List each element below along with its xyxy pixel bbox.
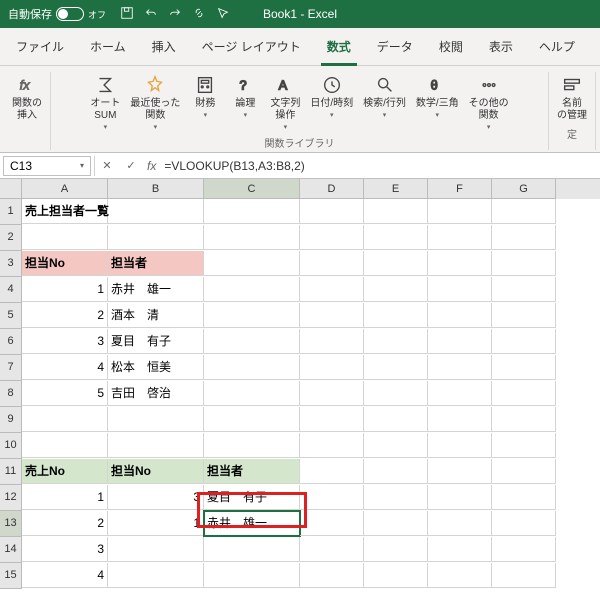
redo-icon[interactable] xyxy=(168,6,182,23)
quick-access xyxy=(120,6,230,23)
col-header[interactable]: A xyxy=(22,179,108,199)
cursor-icon[interactable] xyxy=(216,6,230,23)
group-label-library: 関数ライブラリ xyxy=(265,135,335,150)
tab-help[interactable]: ヘルプ xyxy=(533,32,581,65)
window-title: Book1 - Excel xyxy=(263,7,337,21)
logical-button[interactable]: ?論理▾ xyxy=(226,72,264,133)
cancel-icon[interactable]: ✕ xyxy=(95,159,119,172)
active-cell[interactable]: 赤井 雄一 xyxy=(204,511,300,536)
row-header[interactable]: 3 xyxy=(0,251,22,277)
text-button[interactable]: A文字列 操作▾ xyxy=(266,72,304,133)
autosave-state: オフ xyxy=(88,8,106,21)
spreadsheet-grid: A B C D E F G 1売上担当者一覧 2 3担当No担当者 41赤井 雄… xyxy=(0,179,600,589)
save-icon[interactable] xyxy=(120,6,134,23)
autosum-button[interactable]: オート SUM▾ xyxy=(86,72,124,133)
autosave-label: 自動保存 xyxy=(8,6,52,22)
row-header[interactable]: 11 xyxy=(0,459,22,485)
row-header[interactable]: 9 xyxy=(0,407,22,433)
svg-text:?: ? xyxy=(240,78,247,93)
date-button[interactable]: 日付/時刻▾ xyxy=(306,72,357,133)
name-manager-button[interactable]: 名前 の管理 xyxy=(553,72,591,124)
more-button[interactable]: その他の 関数▾ xyxy=(465,72,513,133)
tab-insert[interactable]: 挿入 xyxy=(146,32,182,65)
financial-button[interactable]: 財務▾ xyxy=(186,72,224,133)
cell[interactable]: 売上担当者一覧 xyxy=(22,199,108,224)
svg-text:θ: θ xyxy=(431,78,438,93)
col-header[interactable]: G xyxy=(492,179,556,199)
math-button[interactable]: θ数学/三角▾ xyxy=(412,72,463,133)
autosave-toggle[interactable]: 自動保存 オフ xyxy=(8,6,106,22)
row-header[interactable]: 5 xyxy=(0,303,22,329)
row-header[interactable]: 7 xyxy=(0,355,22,381)
row-header[interactable]: 1 xyxy=(0,199,22,225)
tab-home[interactable]: ホーム xyxy=(84,32,132,65)
formula-input[interactable]: =VLOOKUP(B13,A3:B8,2) xyxy=(160,157,600,175)
row-header[interactable]: 8 xyxy=(0,381,22,407)
col-header[interactable]: D xyxy=(300,179,364,199)
col-header[interactable]: B xyxy=(108,179,204,199)
select-all[interactable] xyxy=(0,179,22,199)
row-header[interactable]: 14 xyxy=(0,537,22,563)
svg-text:fx: fx xyxy=(20,78,31,93)
row-header[interactable]: 2 xyxy=(0,225,22,251)
col-header[interactable]: C xyxy=(204,179,300,199)
tab-file[interactable]: ファイル xyxy=(10,32,70,65)
tab-formulas[interactable]: 数式 xyxy=(321,32,357,66)
row-header[interactable]: 10 xyxy=(0,433,22,459)
insert-function-button[interactable]: fx関数の 挿入 xyxy=(8,72,46,124)
tab-layout[interactable]: ページ レイアウト xyxy=(196,32,307,65)
tab-data[interactable]: データ xyxy=(371,32,419,65)
group-label-names: 定 xyxy=(567,126,577,141)
fx-icon[interactable]: fx xyxy=(143,159,160,173)
formula-bar: C13 ✕ ✓ fx =VLOOKUP(B13,A3:B8,2) xyxy=(0,153,600,179)
col-header[interactable]: E xyxy=(364,179,428,199)
undo-icon[interactable] xyxy=(144,6,158,23)
lookup-button[interactable]: 検索/行列▾ xyxy=(359,72,410,133)
ribbon: fx関数の 挿入 オート SUM▾ 最近使った 関数▾ 財務▾ ?論理▾ A文字… xyxy=(0,66,600,153)
tab-view[interactable]: 表示 xyxy=(483,32,519,65)
toggle-icon xyxy=(56,7,84,21)
row-header[interactable]: 6 xyxy=(0,329,22,355)
name-box[interactable]: C13 xyxy=(3,156,91,176)
row-header[interactable]: 13 xyxy=(0,511,22,537)
title-bar: 自動保存 オフ Book1 - Excel xyxy=(0,0,600,28)
enter-icon[interactable]: ✓ xyxy=(119,159,143,172)
svg-text:A: A xyxy=(279,78,288,93)
row-header[interactable]: 12 xyxy=(0,485,22,511)
recent-button[interactable]: 最近使った 関数▾ xyxy=(126,72,184,133)
row-header[interactable]: 4 xyxy=(0,277,22,303)
col-header[interactable]: F xyxy=(428,179,492,199)
tab-review[interactable]: 校閲 xyxy=(433,32,469,65)
row-header[interactable]: 15 xyxy=(0,563,22,589)
ribbon-tabs: ファイル ホーム 挿入 ページ レイアウト 数式 データ 校閲 表示 ヘルプ xyxy=(0,28,600,66)
link-icon[interactable] xyxy=(192,6,206,23)
